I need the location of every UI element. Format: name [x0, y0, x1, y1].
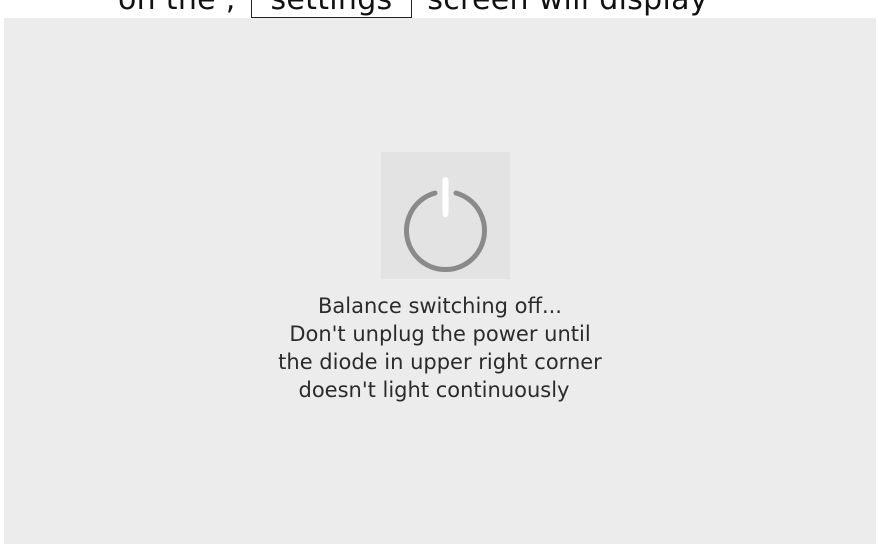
page: on the , settings screen will display Ba… [0, 0, 878, 546]
balance-shutdown-screen: Balance switching off... Don't unplug th… [4, 18, 876, 544]
shutdown-message-line-1: Balance switching off... [318, 294, 562, 318]
shutdown-message-line-3: the diode in upper right corner [278, 350, 602, 374]
document-boxed-word: settings [251, 0, 412, 18]
power-icon [404, 177, 487, 273]
shutdown-message-line-2: Don't unplug the power until [289, 322, 591, 346]
document-text-before: on the , [118, 0, 245, 17]
document-text-after: screen will display [418, 0, 708, 17]
power-icon-box [381, 152, 510, 279]
shutdown-message: Balance switching off... Don't unplug th… [240, 292, 640, 404]
document-text-fragment: on the , settings screen will display [0, 0, 878, 18]
shutdown-message-line-4: doesn't light continuously [298, 378, 570, 402]
document-text-line: on the , settings screen will display [118, 0, 708, 18]
